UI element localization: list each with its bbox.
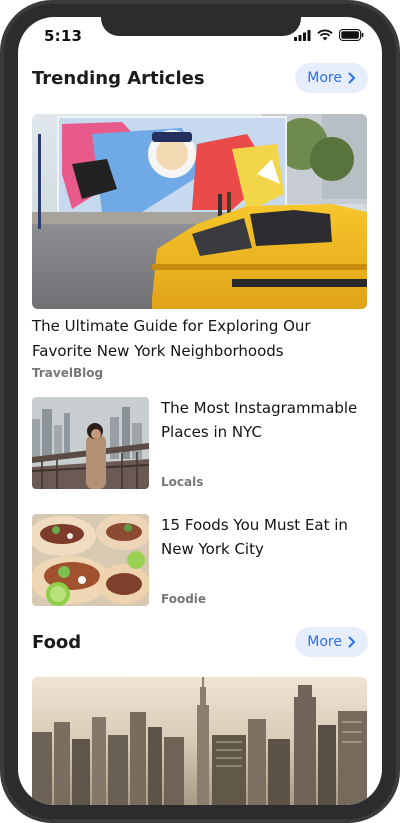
article-source: Locals bbox=[161, 475, 204, 489]
status-icons bbox=[294, 29, 364, 41]
food-featured-image[interactable] bbox=[32, 677, 367, 805]
bridge-skyline-photo bbox=[32, 397, 149, 489]
more-label: More bbox=[307, 70, 342, 86]
trending-more-button[interactable]: More bbox=[295, 63, 368, 93]
signal-icon bbox=[294, 29, 311, 41]
featured-article-image[interactable] bbox=[32, 114, 367, 309]
chevron-right-icon bbox=[348, 72, 355, 84]
trending-title: Trending Articles bbox=[32, 67, 205, 89]
food-more-button[interactable]: More bbox=[295, 627, 368, 657]
app-screen: 5:13 Trending Articles More The Ultimate… bbox=[18, 17, 382, 805]
article-thumbnail-food[interactable] bbox=[32, 514, 149, 606]
wifi-icon bbox=[317, 29, 333, 41]
status-time: 5:13 bbox=[44, 27, 83, 45]
article-source: Foodie bbox=[161, 592, 207, 606]
street-mural-taxi-photo bbox=[32, 114, 367, 309]
article-title[interactable]: 15 Foods You Must Eat in New York City bbox=[161, 513, 361, 561]
featured-article-source: TravelBlog bbox=[32, 366, 104, 380]
chevron-right-icon bbox=[348, 636, 355, 648]
trending-header: Trending Articles More bbox=[32, 62, 368, 94]
food-header: Food More bbox=[32, 626, 368, 658]
camera-notch bbox=[101, 17, 301, 36]
featured-article-title[interactable]: The Ultimate Guide for Exploring Our Fav… bbox=[32, 314, 362, 364]
city-skyline-photo bbox=[32, 677, 367, 805]
more-label: More bbox=[307, 634, 342, 650]
tacos-photo bbox=[32, 514, 149, 606]
article-title[interactable]: The Most Instagrammable Places in NYC bbox=[161, 396, 361, 444]
battery-icon bbox=[339, 29, 364, 41]
article-thumbnail-nyc-bridge[interactable] bbox=[32, 397, 149, 489]
food-title: Food bbox=[32, 631, 82, 653]
